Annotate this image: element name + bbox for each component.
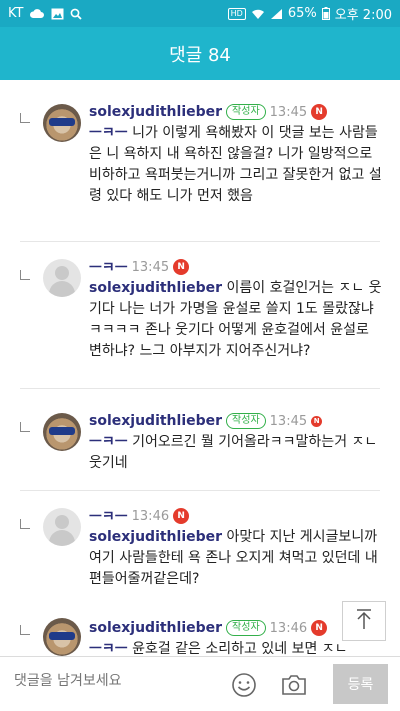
new-badge: N: [311, 104, 328, 120]
status-bar: KT HD 65% 오후 2:00: [0, 0, 400, 27]
arrow-up-icon: [354, 608, 374, 634]
comment-item[interactable]: solexjudithlieber 작성자 13:45 N ㅡㅋㅡ 기어오르긴 …: [0, 389, 400, 491]
comment-text: solexjudithlieber 이름이 호걸인거는 ㅈㄴ 웃기다 나는 너가…: [89, 278, 384, 362]
comment-time: 13:45: [131, 259, 170, 275]
comment-item[interactable]: ㅡㅋㅡ 13:46 N solexjudithlieber 아맞다 지난 게시글…: [0, 491, 400, 606]
reply-indicator: [20, 113, 30, 123]
default-avatar-body: [49, 281, 75, 297]
battery-icon: [321, 7, 330, 20]
comment-time: 13:45: [269, 413, 308, 429]
comment-item[interactable]: solexjudithlieber 작성자 13:46 N ㅡㅋㅡ 윤호걸 같은…: [0, 606, 400, 656]
reply-indicator: [20, 625, 30, 635]
mention[interactable]: ㅡㅋㅡ: [89, 641, 128, 656]
new-badge: N: [311, 620, 328, 636]
search-icon: [70, 8, 83, 20]
mention[interactable]: solexjudithlieber: [89, 529, 222, 545]
comment-item[interactable]: solexjudithlieber 작성자 13:45 N ㅡㅋㅡ 니가 이렇게…: [0, 80, 400, 242]
comment-text: ㅡㅋㅡ 윤호걸 같은 소리하고 있네 보면 ㅈㄴ: [89, 639, 384, 656]
author-badge: 작성자: [226, 104, 266, 120]
submit-button[interactable]: 등록: [333, 664, 388, 704]
default-avatar-head: [55, 266, 69, 280]
page-title-bar: 댓글 84: [0, 27, 400, 80]
comment-time: 13:45: [269, 104, 308, 120]
signal-icon: [270, 8, 283, 20]
scroll-to-top-button[interactable]: [342, 601, 386, 641]
camera-icon[interactable]: [280, 672, 308, 698]
mention[interactable]: ㅡㅋㅡ: [89, 125, 128, 141]
mention[interactable]: ㅡㅋㅡ: [89, 434, 128, 450]
comment-author[interactable]: solexjudithlieber: [89, 104, 222, 120]
reply-indicator: [20, 519, 30, 529]
new-badge: N: [173, 259, 190, 275]
comment-body: 윤호걸 같은 소리하고 있네 보면 ㅈㄴ: [127, 641, 348, 656]
comment-text: ㅡㅋㅡ 니가 이렇게 욕해봤자 이 댓글 보는 사람들은 니 욕하지 내 욕하진…: [89, 123, 384, 207]
comment-body: 기어오르긴 뭘 기어올라ㅋㅋ말하는거 ㅈㄴ웃기네: [89, 434, 378, 471]
comment-author[interactable]: ㅡㅋㅡ: [89, 506, 128, 526]
default-avatar-body: [49, 530, 75, 546]
image-icon: [51, 8, 64, 20]
cloud-icon: [29, 8, 45, 19]
new-badge: N: [311, 415, 323, 427]
comment-input[interactable]: [14, 673, 214, 689]
battery-percent: 65%: [287, 6, 317, 21]
avatar[interactable]: [43, 508, 81, 546]
comment-time: 13:46: [269, 620, 308, 636]
avatar[interactable]: [43, 104, 81, 142]
avatar[interactable]: [43, 413, 81, 451]
comment-author[interactable]: solexjudithlieber: [89, 413, 222, 429]
reply-indicator: [20, 422, 30, 432]
default-avatar-head: [55, 515, 69, 529]
author-badge: 작성자: [226, 413, 266, 429]
clock: 오후 2:00: [334, 8, 392, 23]
carrier-label: KT: [8, 6, 24, 21]
comment-time: 13:46: [131, 508, 170, 524]
emoji-icon[interactable]: [230, 671, 258, 699]
comment-body: 니가 이렇게 욕해봤자 이 댓글 보는 사람들은 니 욕하지 내 욕하진 않을걸…: [89, 125, 382, 204]
comment-list[interactable]: solexjudithlieber 작성자 13:45 N ㅡㅋㅡ 니가 이렇게…: [0, 80, 400, 656]
comment-text: ㅡㅋㅡ 기어오르긴 뭘 기어올라ㅋㅋ말하는거 ㅈㄴ웃기네: [89, 432, 384, 474]
avatar[interactable]: [43, 618, 81, 656]
author-badge: 작성자: [226, 620, 266, 636]
mention[interactable]: solexjudithlieber: [89, 280, 222, 296]
wifi-icon: [251, 8, 265, 20]
new-badge: N: [173, 508, 190, 524]
hd-badge: HD: [227, 7, 246, 20]
avatar[interactable]: [43, 259, 81, 297]
comment-item[interactable]: ㅡㅋㅡ 13:45 N solexjudithlieber 이름이 호걸인거는 …: [0, 242, 400, 389]
page-title: 댓글 84: [169, 44, 231, 66]
comment-author[interactable]: solexjudithlieber: [89, 620, 222, 636]
comment-author[interactable]: ㅡㅋㅡ: [89, 257, 128, 277]
comment-text: solexjudithlieber 아맞다 지난 게시글보니까 여기 사람들한테…: [89, 527, 384, 590]
reply-indicator: [20, 270, 30, 280]
